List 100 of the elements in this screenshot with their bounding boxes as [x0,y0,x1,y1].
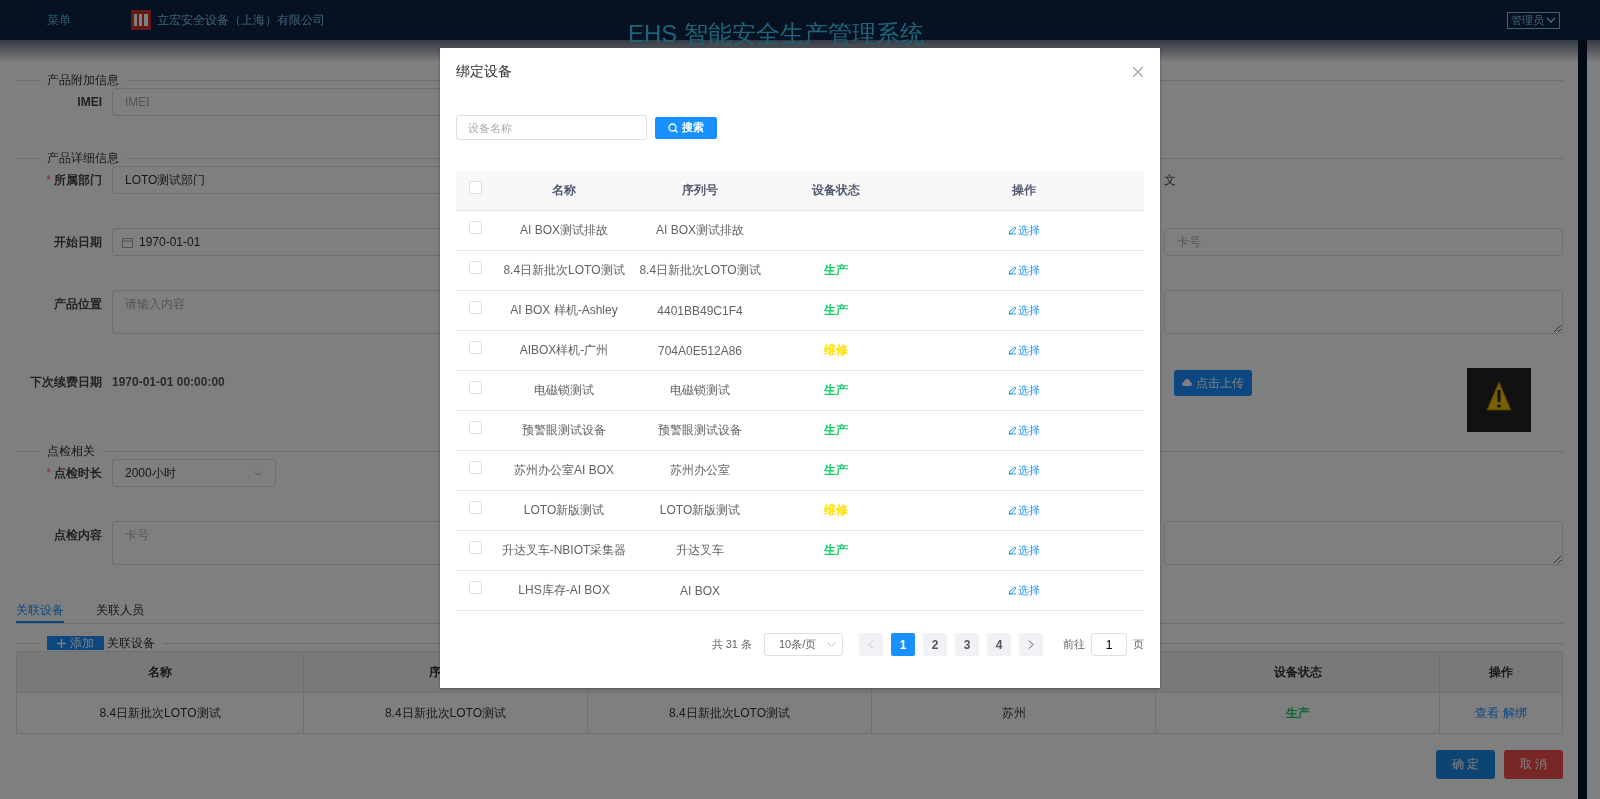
scrollbar[interactable] [1578,40,1587,799]
table-cell: LOTO新版测试 [523,502,605,519]
table-cell: 8.4日新批次LOTO测试 [668,704,791,722]
page-button[interactable]: 3 [955,633,979,656]
warning-icon [1467,368,1531,432]
table-cell: 苏州办公室 [670,462,730,479]
column-header: 序 [429,663,441,681]
field-label: IMEI [77,95,102,109]
checkbox[interactable] [469,541,482,554]
column-header: 序列号 [682,182,718,199]
user-menu-button[interactable]: 管理员 [1507,11,1560,29]
pencil-icon [1008,466,1017,475]
search-field[interactable]: 设备名称 [456,115,647,140]
table-cell: 升达叉车-NBIOT采集器 [501,542,627,559]
upload-button[interactable]: 点击上传 [1174,370,1252,396]
table-cell: LOTO新版测试 [659,502,741,519]
goto-label: 前往 [1063,637,1085,652]
pencil-icon [1008,546,1017,555]
table-cell: 苏州办公室AI BOX [514,462,614,479]
section-title: 产品详细信息 [47,149,119,167]
action-link[interactable]: 解绑 [1503,704,1527,722]
next-page-button[interactable] [1019,633,1043,656]
page-unit: 页 [1133,637,1144,652]
select-link[interactable]: 选择 [1008,423,1040,438]
select-link[interactable]: 选择 [1008,343,1040,358]
app-title: EHS 智能安全生产管理系统 [628,20,924,48]
checkbox[interactable] [469,421,482,434]
select-link[interactable]: 选择 [1008,583,1040,598]
checkbox[interactable] [469,261,482,274]
checkbox[interactable] [469,181,482,194]
table-cell: 升达叉车 [676,542,724,559]
page-size-select[interactable]: 10条/页 [764,633,843,656]
status-text: 生产 [1285,704,1310,722]
chevron-down-icon [253,470,263,476]
checkbox[interactable] [469,581,482,594]
column-header: 名称 [148,663,172,681]
checkbox[interactable] [469,341,482,354]
checkbox[interactable] [469,381,482,394]
table-cell: 4401BB49C1F4 [657,303,743,318]
table-cell: AI BOX测试排故 [520,222,608,239]
checkbox[interactable] [469,301,482,314]
pencil-icon [1008,426,1017,435]
section-title: 产品附加信息 [47,71,119,89]
pencil-icon [1008,306,1017,315]
close-icon[interactable] [1133,67,1143,77]
text-area[interactable] [1164,521,1563,565]
tab[interactable]: 关联设备 [16,599,64,623]
dialog-title: 绑定设备 [456,63,512,81]
status-text: 维修 [824,502,848,519]
table-cell: AIBOX样机-广州 [519,342,609,359]
checkbox[interactable] [469,221,482,234]
page-button[interactable]: 1 [891,633,915,656]
field-value: 文 [1164,172,1176,189]
select-link[interactable]: 选择 [1008,303,1040,318]
page-button[interactable]: 2 [923,633,947,656]
confirm-button[interactable]: 确 定 [1436,750,1495,779]
column-header: 操作 [1012,182,1036,199]
select-link[interactable]: 选择 [1008,263,1040,278]
table-cell: 苏州 [1001,704,1026,722]
checkbox[interactable] [469,501,482,514]
field-label: 开始日期 [54,235,102,249]
section-title: 点检相关 [47,442,95,460]
page-input[interactable]: 1 [1091,633,1127,656]
select-link[interactable]: 选择 [1008,463,1040,478]
logo-icon [131,10,151,30]
page-button[interactable]: 4 [987,633,1011,656]
status-text: 维修 [824,342,848,359]
total-count: 共 31 条 [711,637,752,652]
chevron-right-icon [1028,640,1034,649]
pencil-icon [1008,506,1017,515]
menu-link[interactable]: 菜单 [47,11,71,29]
search-button[interactable]: 搜索 [655,116,717,139]
section-title: 关联设备 [107,634,155,652]
table-cell: 电磁锁测试 [670,382,730,399]
cloud-upload-icon [1182,379,1192,387]
field-value: 1970-01-01 00:00:00 [112,374,225,391]
select-link[interactable]: 选择 [1008,503,1040,518]
select-link[interactable]: 选择 [1008,383,1040,398]
status-text: 生产 [824,302,848,319]
tab[interactable]: 关联人员 [96,599,144,623]
status-text: 生产 [824,382,848,399]
field-label: 所属部门 [54,173,102,187]
checkbox[interactable] [469,461,482,474]
select-link[interactable]: 选择 [1008,223,1040,238]
required-mark: * [46,466,51,480]
text-area[interactable] [1164,290,1563,334]
add-button[interactable]: 添加 [47,636,104,650]
cancel-button[interactable]: 取 消 [1504,750,1563,779]
table-cell: AI BOX 样机-Ashley [510,302,618,319]
action-link[interactable]: 查看 [1475,704,1499,722]
table-cell: 预警眼测试设备 [522,422,606,439]
table-cell: 8.4日新批次LOTO测试 [384,704,507,722]
pencil-icon [1008,586,1017,595]
select-link[interactable]: 选择 [1008,543,1040,558]
pencil-icon [1008,226,1017,235]
plus-icon [57,638,66,648]
select-field[interactable]: 2000小时 [112,459,276,487]
pencil-icon [1008,386,1017,395]
calendar-icon [122,236,133,248]
chevron-down-icon [1546,16,1556,24]
